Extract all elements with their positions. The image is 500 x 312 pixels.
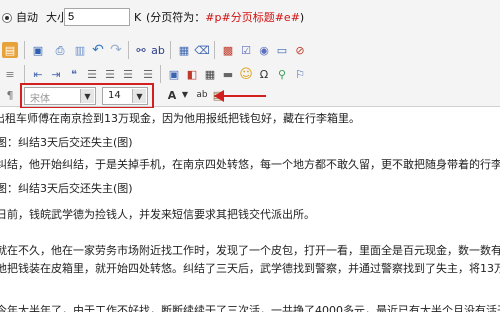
save-icon[interactable]: ▥ — [72, 42, 88, 58]
preview-icon[interactable]: ▣ — [30, 42, 46, 58]
hr-icon[interactable]: ▬ — [220, 66, 236, 82]
source-icon[interactable]: ▤ — [2, 42, 18, 58]
unlink-icon[interactable]: ⚐ — [292, 66, 308, 82]
editor-content[interactable]: 出租车师傅在南京捡到13万现金，因为他用报纸把钱包好，藏在行李箱里。 图：纠结3… — [0, 108, 500, 312]
flash-embed-icon[interactable]: ◧ — [184, 66, 200, 82]
content-line: 出租车师傅在南京捡到13万现金，因为他用报纸把钱包好，藏在行李箱里。 — [0, 112, 360, 125]
ordered-list-icon[interactable]: ≡ — [2, 66, 18, 82]
align-left-icon[interactable]: ☰ — [84, 66, 100, 82]
auto-label: 自动 — [16, 11, 38, 24]
remove-format-icon[interactable]: ⌫ — [194, 42, 210, 58]
textfield-icon[interactable]: ▭ — [274, 42, 290, 58]
content-line: 今年大半年了，由于工作不好找，断断续续干了三次活，一共挣了4000多元，最近已有… — [0, 304, 500, 312]
toolbar-separator — [24, 41, 25, 59]
print-icon[interactable]: ⎙ — [52, 42, 68, 58]
flash-icon[interactable]: ⊘ — [292, 42, 308, 58]
toolbar-separator — [170, 41, 171, 59]
toolbar-separator — [24, 65, 25, 83]
spell-check-icon[interactable]: ab — [194, 87, 210, 103]
outdent-icon[interactable]: ⇤ — [30, 66, 46, 82]
align-right-icon[interactable]: ☰ — [120, 66, 136, 82]
pagebreak-hint-code: #p#分页标题#e# — [205, 11, 300, 24]
format-icon[interactable]: ¶ — [2, 87, 18, 103]
content-line: 就在不久，他在一家劳务市场附近找工作时，发现了一个皮包，打开一看，里面全是百元现… — [0, 244, 500, 257]
align-center-icon[interactable]: ☰ — [102, 66, 118, 82]
font-highlight-box — [20, 83, 154, 109]
radio-icon[interactable]: ◉ — [256, 42, 272, 58]
toolbar-separator — [214, 41, 215, 59]
smiley-icon[interactable]: ☺ — [238, 66, 254, 82]
toolbar-separator — [128, 41, 129, 59]
form-icon[interactable]: ▩ — [220, 42, 236, 58]
special-char-icon[interactable]: Ω — [256, 66, 272, 82]
content-line: 他把钱装在皮箱里，就开始四处转悠。纠结了三天后，武学德找到警察，并通过警察找到了… — [0, 262, 500, 275]
size-unit: K — [134, 11, 142, 24]
link-icon[interactable]: ⚲ — [274, 66, 290, 82]
blockquote-icon[interactable]: ❝ — [66, 66, 82, 82]
text-color-dropdown-icon[interactable]: ▼ — [180, 87, 190, 103]
toolbar-row-options: 自动 大小： K (分页符为：#p#分页标题#e#) — [0, 8, 500, 30]
pagebreak-hint-suffix: ) — [299, 11, 305, 24]
content-line: 纠结，他开始纠结，于是关掉手机，在南京四处转悠，每一个地方都不敢久留，更不敢把随… — [0, 158, 500, 171]
auto-radio[interactable] — [2, 13, 12, 23]
content-line: 图：纠结3天后交还失主(图) — [0, 136, 133, 149]
size-input[interactable] — [64, 8, 130, 26]
editor-toolbar: 自动 大小： K (分页符为：#p#分页标题#e#) ▤ ▣ ⎙ ▥ ↶ ↷ ⚯… — [0, 0, 500, 109]
annotation-arrow-head — [214, 90, 224, 102]
content-line: 日前，钱皖武学德为捡钱人，并发来短信要求其把钱交代派出所。 — [0, 208, 315, 221]
justify-icon[interactable]: ☰ — [140, 66, 156, 82]
content-line: 图：纠结3天后交还失主(图) — [0, 182, 133, 195]
annotation-arrow-line — [222, 95, 266, 97]
indent-icon[interactable]: ⇥ — [48, 66, 64, 82]
toolbar-separator — [160, 65, 161, 83]
pagebreak-hint-prefix: (分页符为： — [146, 11, 206, 24]
toolbar-row-2: ▤ ▣ ⎙ ▥ ↶ ↷ ⚯ ab ▦ ⌫ ▩ ☑ ◉ ▭ ⊘ — [0, 40, 500, 62]
find-icon[interactable]: ⚯ — [133, 42, 149, 58]
image-icon[interactable]: ▣ — [166, 66, 182, 82]
select-all-icon[interactable]: ▦ — [176, 42, 192, 58]
table-icon[interactable]: ▦ — [202, 66, 218, 82]
pagebreak-hint: (分页符为：#p#分页标题#e#) — [146, 10, 304, 26]
undo-icon[interactable]: ↶ — [90, 42, 106, 58]
replace-icon[interactable]: ab — [150, 42, 166, 58]
checkbox-icon[interactable]: ☑ — [238, 42, 254, 58]
text-color-icon[interactable]: A — [164, 87, 180, 103]
redo-icon[interactable]: ↷ — [108, 42, 124, 58]
